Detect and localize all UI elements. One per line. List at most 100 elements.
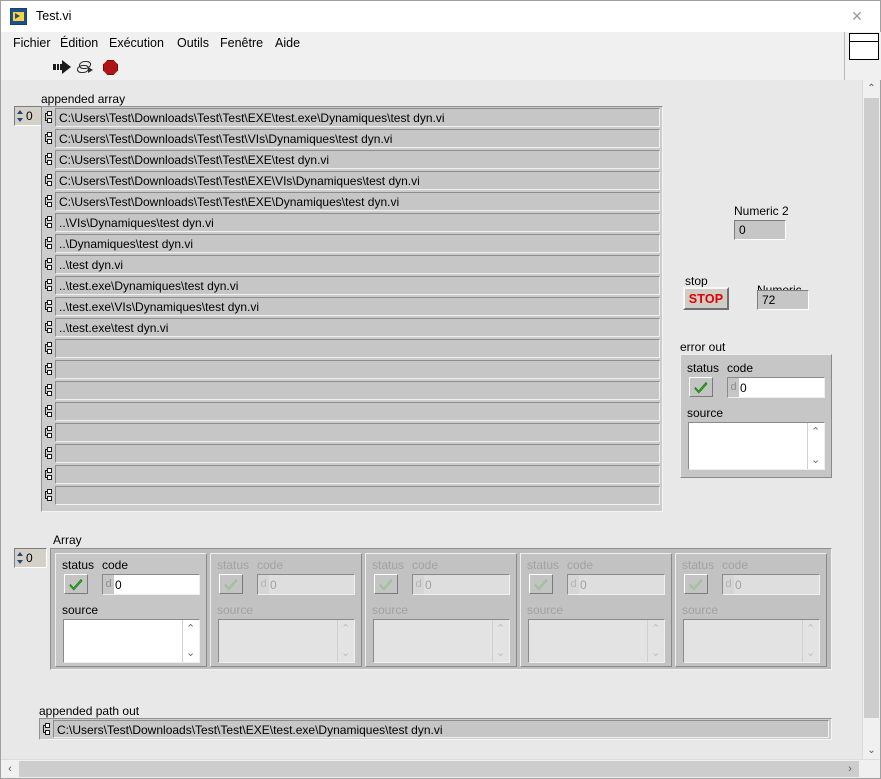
array-element-code-field[interactable]: d0 — [412, 574, 510, 595]
error-out-code-radix[interactable]: d — [728, 378, 739, 397]
array-element-code-radix[interactable]: d — [568, 575, 579, 594]
array-element-status-indicator[interactable] — [684, 574, 708, 594]
appended-array-row[interactable]: ..\VIs\Dynamiques\test dyn.vi — [42, 212, 662, 233]
numeric-indicator[interactable]: 72 — [757, 290, 809, 310]
scroll-down-icon[interactable]: ⌄ — [496, 648, 505, 659]
appended-array-row[interactable]: C:\Users\Test\Downloads\Test\Test\EXE\te… — [42, 107, 662, 128]
menu-item-edition[interactable]: Édition — [56, 35, 102, 51]
appended-array-row[interactable]: ..\test.exe\VIs\Dynamiques\test dyn.vi — [42, 296, 662, 317]
array-element-status-indicator[interactable] — [219, 574, 243, 594]
array-element-source-scrollbar[interactable]: ⌃ ⌄ — [802, 620, 819, 662]
array-element-error-cluster[interactable]: status code d 0 source ⌃ ⌄ — [365, 553, 517, 667]
scroll-right-icon[interactable]: › — [841, 760, 859, 777]
appended-array-row[interactable]: ..\test.exe\Dynamiques\test dyn.vi — [42, 275, 662, 296]
array-element-error-cluster[interactable]: status code d 0 source ⌃ ⌄ — [210, 553, 362, 667]
array-element-source-field[interactable]: ⌃ ⌄ — [683, 619, 820, 663]
scroll-up-icon[interactable]: ⌃ — [186, 624, 195, 635]
array-index-spinner-icon[interactable] — [16, 550, 25, 566]
appended-array-row[interactable] — [42, 380, 662, 401]
array-element-source-scrollbar[interactable]: ⌃ ⌄ — [647, 620, 664, 662]
array-element-status-indicator[interactable] — [529, 574, 553, 594]
appended-array-row[interactable]: C:\Users\Test\Downloads\Test\Test\EXE\te… — [42, 149, 662, 170]
appended-array-row[interactable]: ..\test dyn.vi — [42, 254, 662, 275]
array-element-code-field[interactable]: d0 — [722, 574, 820, 595]
array-element-source-scrollbar[interactable]: ⌃ ⌄ — [182, 620, 199, 662]
stop-button[interactable]: STOP — [683, 287, 729, 310]
menu-item-fenetre[interactable]: Fenêtre — [216, 35, 267, 51]
scroll-down-icon[interactable]: ⌄ — [806, 648, 815, 659]
appended-array-indicator[interactable]: C:\Users\Test\Downloads\Test\Test\EXE\te… — [41, 106, 663, 512]
appended-array-row[interactable] — [42, 401, 662, 422]
array-index-control[interactable]: 0 — [14, 548, 47, 568]
array-element-source-field[interactable]: ⌃ ⌄ — [528, 619, 665, 663]
scroll-up-icon[interactable]: ⌃ — [811, 427, 820, 438]
array-element-code-radix[interactable]: d — [413, 575, 424, 594]
array-element-code-radix[interactable]: d — [258, 575, 269, 594]
abort-execution-icon[interactable] — [103, 60, 118, 75]
scroll-left-icon[interactable]: ‹ — [1, 760, 19, 777]
scroll-up-icon[interactable]: ⌃ — [496, 624, 505, 635]
error-out-source-scrollbar[interactable]: ⌃ ⌄ — [807, 423, 824, 469]
array-element-error-cluster[interactable]: status code d 0 source ⌃ ⌄ — [520, 553, 672, 667]
appended-array-row[interactable] — [42, 359, 662, 380]
appended-array-row[interactable]: ..\test.exe\test dyn.vi — [42, 317, 662, 338]
array-element-source-field[interactable]: ⌃ ⌄ — [218, 619, 355, 663]
horizontal-scrollbar-thumb[interactable] — [19, 761, 859, 777]
appended-array-row[interactable] — [42, 464, 662, 485]
appended-array-row[interactable]: ..\Dynamiques\test dyn.vi — [42, 233, 662, 254]
vertical-scrollbar-thumb[interactable] — [864, 98, 879, 718]
vi-icon-pane[interactable] — [849, 33, 879, 60]
scroll-up-icon[interactable]: ⌃ — [863, 80, 880, 97]
appended-array-row[interactable]: C:\Users\Test\Downloads\Test\Test\VIs\Dy… — [42, 128, 662, 149]
appended-array-row-value: C:\Users\Test\Downloads\Test\Test\EXE\Dy… — [55, 192, 660, 211]
array-element-code-radix[interactable]: d — [723, 575, 734, 594]
index-spinner-icon[interactable] — [16, 108, 25, 124]
array-element-status-indicator[interactable] — [64, 574, 88, 594]
array-element-source-scrollbar[interactable]: ⌃ ⌄ — [492, 620, 509, 662]
scroll-up-icon[interactable]: ⌃ — [651, 624, 660, 635]
error-cluster-array[interactable]: status code d 0 source ⌃ ⌄ status code d 0 source ⌃ ⌄… — [50, 548, 832, 670]
scroll-down-icon[interactable]: ⌄ — [651, 648, 660, 659]
array-element-code-radix[interactable]: d — [103, 575, 114, 594]
scroll-down-icon[interactable]: ⌄ — [341, 648, 350, 659]
array-element-error-cluster[interactable]: status code d 0 source ⌃ ⌄ — [675, 553, 827, 667]
numeric2-indicator[interactable]: 0 — [734, 220, 786, 240]
scroll-down-icon[interactable]: ⌄ — [863, 742, 880, 759]
error-out-source-field[interactable]: ⌃ ⌄ — [688, 422, 825, 470]
appended-array-row-value — [55, 444, 660, 463]
appended-array-row[interactable] — [42, 422, 662, 443]
array-element-status-label: status — [217, 558, 250, 572]
scroll-up-icon[interactable]: ⌃ — [341, 624, 350, 635]
appended-array-row[interactable] — [42, 485, 662, 506]
menu-item-fichier[interactable]: Fichier — [9, 35, 55, 51]
error-out-status-indicator[interactable] — [689, 377, 713, 397]
array-element-status-indicator[interactable] — [374, 574, 398, 594]
array-element-code-field[interactable]: d0 — [567, 574, 665, 595]
run-continuously-icon[interactable] — [76, 60, 94, 75]
run-icon[interactable] — [53, 60, 71, 74]
array-element-source-scrollbar[interactable]: ⌃ ⌄ — [337, 620, 354, 662]
appended-path-out-indicator[interactable]: C:\Users\Test\Downloads\Test\Test\EXE\te… — [39, 718, 832, 740]
array-element-source-field[interactable]: ⌃ ⌄ — [63, 619, 200, 663]
appended-array-row-value: ..\test dyn.vi — [55, 255, 660, 274]
menu-item-outils[interactable]: Outils — [173, 35, 213, 51]
error-out-code-field[interactable]: d 0 — [727, 377, 825, 398]
menu-item-aide[interactable]: Aide — [271, 35, 304, 51]
appended-array-row[interactable]: C:\Users\Test\Downloads\Test\Test\EXE\VI… — [42, 170, 662, 191]
vertical-scrollbar[interactable]: ⌃ ⌄ — [862, 80, 880, 759]
close-icon[interactable]: ✕ — [834, 1, 880, 31]
appended-array-row[interactable] — [42, 443, 662, 464]
array-element-source-field[interactable]: ⌃ ⌄ — [373, 619, 510, 663]
appended-array-row[interactable] — [42, 338, 662, 359]
scroll-down-icon[interactable]: ⌄ — [811, 455, 820, 466]
horizontal-scrollbar[interactable]: ‹ › — [1, 759, 880, 778]
appended-array-row[interactable]: C:\Users\Test\Downloads\Test\Test\EXE\Dy… — [42, 191, 662, 212]
scroll-down-icon[interactable]: ⌄ — [186, 648, 195, 659]
array-element-code-field[interactable]: d0 — [257, 574, 355, 595]
array-element-code-field[interactable]: d0 — [102, 574, 200, 595]
front-panel-canvas: appended array 0 C:\Users\Test\Downloads… — [1, 80, 863, 759]
error-out-cluster[interactable]: status code d 0 source ⌃ ⌄ — [680, 354, 832, 478]
menu-item-execution[interactable]: Exécution — [105, 35, 168, 51]
array-element-error-cluster[interactable]: status code d 0 source ⌃ ⌄ — [55, 553, 207, 667]
scroll-up-icon[interactable]: ⌃ — [806, 624, 815, 635]
